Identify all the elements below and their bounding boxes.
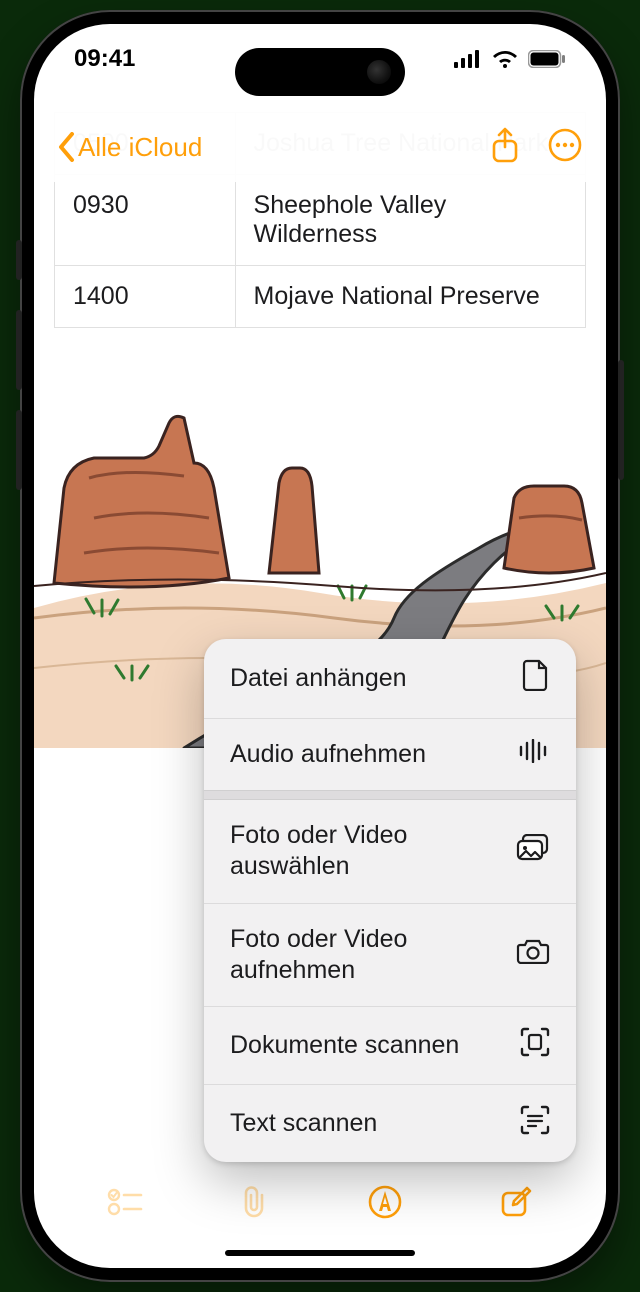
share-button[interactable] [490,127,520,168]
volume-up-button [16,310,22,390]
table-row: 1400Mojave National Preserve [55,266,586,328]
attachment-button[interactable] [240,1185,270,1224]
back-label: Alle iCloud [78,132,202,163]
document-icon [522,659,550,698]
checklist-button[interactable] [107,1187,143,1222]
menu-item-scan-docs[interactable]: Dokumente scannen [204,1006,576,1084]
menu-item-scan-text[interactable]: Text scannen [204,1084,576,1162]
cellular-icon [454,50,482,68]
back-button[interactable]: Alle iCloud [58,132,202,163]
camera-icon [516,938,550,971]
screen: 09:41 Alle iCloud [34,24,606,1268]
menu-item-label: Datei anhängen [230,663,407,694]
menu-item-label: Audio aufnehmen [230,739,426,770]
menu-item-label: Dokumente scannen [230,1030,459,1061]
text-scanner-icon [520,1105,550,1142]
menu-item-choose-media[interactable]: Foto oder Video auswählen [204,800,576,903]
note-toolbar [34,1168,606,1240]
table-cell-place: Sheephole Valley Wilderness [235,175,585,266]
paperclip-icon [240,1185,270,1219]
waveform-icon [518,739,550,770]
status-indicators [454,49,566,69]
compose-button[interactable] [499,1185,533,1224]
table-row: 0930Sheephole Valley Wilderness [55,175,586,266]
phone-frame: 09:41 Alle iCloud [20,10,620,1282]
share-icon [490,127,520,163]
home-indicator[interactable] [225,1250,415,1256]
chevron-left-icon [58,132,76,162]
volume-down-button [16,410,22,490]
power-button [618,360,624,480]
status-time: 09:41 [74,45,135,73]
wifi-icon [492,49,518,69]
doc-scanner-icon [520,1027,550,1064]
menu-item-label: Foto oder Video aufnehmen [230,924,490,987]
dynamic-island [235,48,405,96]
table-cell-time: 1400 [55,266,236,328]
menu-item-attach-file[interactable]: Datei anhängen [204,639,576,718]
menu-item-capture-media[interactable]: Foto oder Video aufnehmen [204,903,576,1007]
markup-icon [368,1185,402,1219]
compose-icon [499,1185,533,1219]
table-cell-time: 0930 [55,175,236,266]
more-button[interactable] [548,128,582,167]
nav-bar: Alle iCloud [34,112,606,182]
markup-button[interactable] [368,1185,402,1224]
checklist-icon [107,1187,143,1217]
menu-item-label: Text scannen [230,1108,377,1139]
menu-separator [204,790,576,800]
menu-item-label: Foto oder Video auswählen [230,820,490,883]
menu-item-record-audio[interactable]: Audio aufnehmen [204,718,576,790]
battery-icon [528,50,566,68]
table-cell-place: Mojave National Preserve [235,266,585,328]
attachment-menu: Datei anhängen Audio aufnehmen Foto oder V… [204,639,576,1162]
ellipsis-circle-icon [548,128,582,162]
photo-library-icon [516,834,550,869]
mute-switch [16,240,22,280]
